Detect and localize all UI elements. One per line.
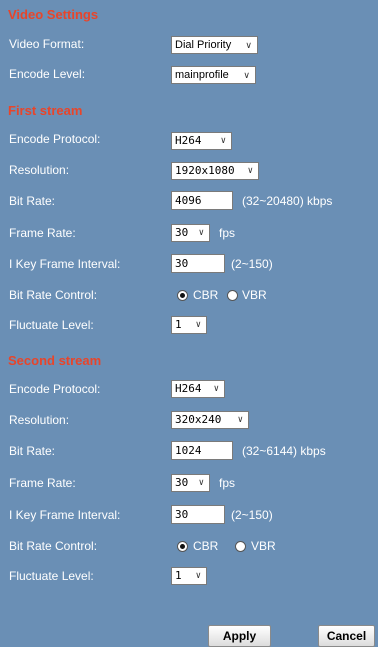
second-key-frame-interval-label: I Key Frame Interval: [9, 508, 121, 522]
chevron-down-icon: ∨ [237, 415, 243, 425]
first-encode-protocol-label: Encode Protocol: [9, 132, 101, 146]
first-resolution-select[interactable]: 1920x1080 ∨ [171, 162, 259, 180]
second-vbr-radio[interactable] [235, 541, 246, 552]
chevron-down-icon: ∨ [245, 40, 252, 50]
second-resolution-select[interactable]: 320x240 ∨ [171, 411, 249, 429]
second-bit-rate-label: Bit Rate: [9, 444, 56, 458]
second-resolution-label: Resolution: [9, 413, 70, 427]
first-fluctuate-level-label: Fluctuate Level: [9, 318, 94, 332]
first-resolution-value: 1920x1080 [175, 164, 235, 177]
second-fluctuate-level-label: Fluctuate Level: [9, 569, 94, 583]
first-fluctuate-level-value: 1 [175, 318, 182, 331]
chevron-down-icon: ∨ [195, 571, 201, 581]
first-encode-protocol-value: H264 [175, 134, 202, 147]
second-encode-protocol-label: Encode Protocol: [9, 382, 101, 396]
encode-level-select[interactable]: mainprofile ∨ [171, 66, 256, 84]
second-encode-protocol-value: H264 [175, 382, 202, 395]
first-fluctuate-level-select[interactable]: 1 ∨ [171, 316, 207, 334]
video-settings-panel: Video Settings Video Format: Dial Priori… [0, 0, 378, 647]
section-title-second-stream: Second stream [8, 353, 102, 368]
first-frame-rate-unit: fps [219, 226, 236, 240]
chevron-down-icon: ∨ [247, 166, 253, 176]
video-format-value: Dial Priority [175, 39, 232, 51]
video-format-select[interactable]: Dial Priority ∨ [171, 36, 258, 54]
second-frame-rate-select[interactable]: 30 ∨ [171, 474, 210, 492]
second-resolution-value: 320x240 [175, 413, 222, 426]
second-key-frame-interval-range: (2~150) [231, 508, 273, 522]
first-vbr-radio[interactable] [227, 290, 238, 301]
chevron-down-icon: ∨ [243, 70, 250, 80]
first-vbr-label: VBR [242, 288, 267, 302]
chevron-down-icon: ∨ [198, 478, 204, 488]
second-bit-rate-range: (32~6144) kbps [242, 444, 326, 458]
second-fluctuate-level-select[interactable]: 1 ∨ [171, 567, 207, 585]
second-frame-rate-unit: fps [219, 476, 236, 490]
second-bit-rate-control-label: Bit Rate Control: [9, 539, 98, 553]
section-title-video-settings: Video Settings [8, 7, 99, 22]
first-key-frame-interval-range: (2~150) [231, 257, 273, 271]
chevron-down-icon: ∨ [198, 228, 204, 238]
first-frame-rate-value: 30 [175, 226, 189, 239]
chevron-down-icon: ∨ [213, 384, 219, 394]
chevron-down-icon: ∨ [220, 136, 226, 146]
first-key-frame-interval-input[interactable]: 30 [171, 254, 225, 273]
encode-level-value: mainprofile [175, 69, 229, 81]
second-cbr-radio[interactable] [177, 541, 188, 552]
first-cbr-radio[interactable] [177, 290, 188, 301]
second-key-frame-interval-input[interactable]: 30 [171, 505, 225, 524]
first-frame-rate-select[interactable]: 30 ∨ [171, 224, 210, 242]
first-frame-rate-label: Frame Rate: [9, 226, 76, 240]
apply-button[interactable]: Apply [208, 625, 271, 647]
first-key-frame-interval-label: I Key Frame Interval: [9, 257, 121, 271]
video-format-label: Video Format: [9, 37, 85, 51]
second-encode-protocol-select[interactable]: H264 ∨ [171, 380, 225, 398]
first-bit-rate-label: Bit Rate: [9, 194, 56, 208]
first-bit-rate-control-label: Bit Rate Control: [9, 288, 98, 302]
first-encode-protocol-select[interactable]: H264 ∨ [171, 132, 232, 150]
chevron-down-icon: ∨ [195, 320, 201, 330]
first-bit-rate-input[interactable]: 4096 [171, 191, 233, 210]
second-fluctuate-level-value: 1 [175, 569, 182, 582]
first-resolution-label: Resolution: [9, 163, 70, 177]
first-bit-rate-range: (32~20480) kbps [242, 194, 333, 208]
second-cbr-label: CBR [193, 539, 219, 553]
section-title-first-stream: First stream [8, 103, 83, 118]
second-vbr-label: VBR [251, 539, 276, 553]
encode-level-label: Encode Level: [9, 67, 86, 81]
cancel-button[interactable]: Cancel [318, 625, 375, 647]
second-bit-rate-input[interactable]: 1024 [171, 441, 233, 460]
first-cbr-label: CBR [193, 288, 219, 302]
second-frame-rate-value: 30 [175, 476, 189, 489]
second-frame-rate-label: Frame Rate: [9, 476, 76, 490]
